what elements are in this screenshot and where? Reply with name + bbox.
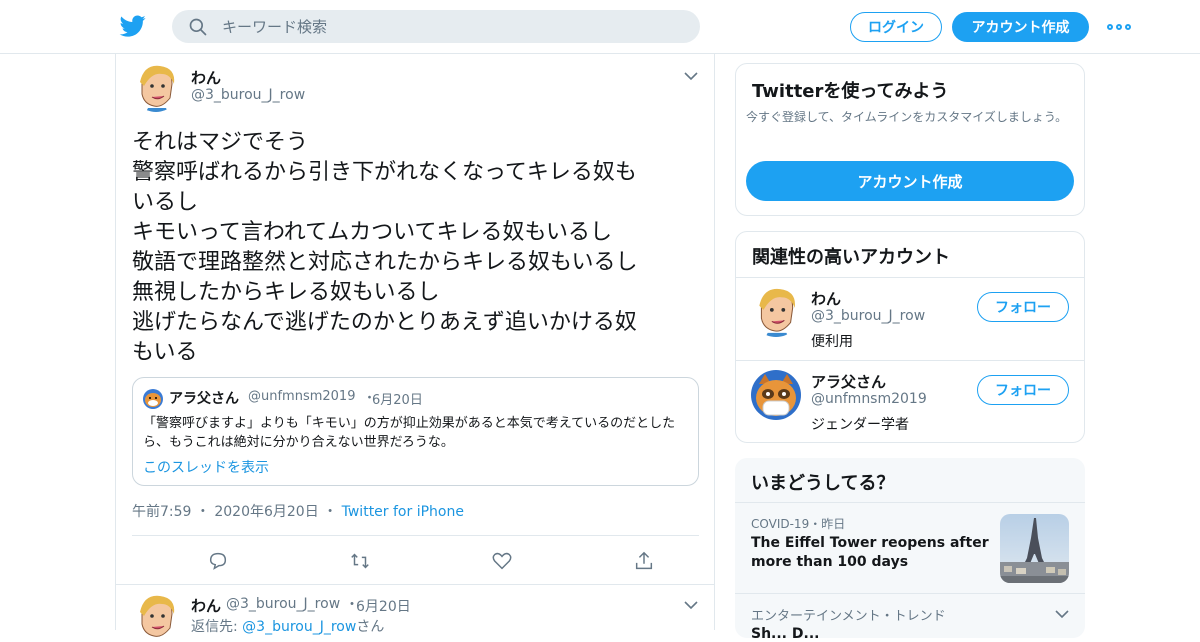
trend-category: COVID-19・昨日 xyxy=(751,517,846,531)
chevron-down-icon[interactable] xyxy=(684,71,698,81)
trend-item[interactable]: COVID-19・昨日 The Eiffel Tower reopens aft… xyxy=(735,503,1085,594)
account-bio: ジェンダー学者 xyxy=(811,417,909,433)
trends-title: いまどうしてる？ xyxy=(751,473,895,494)
reply-icon[interactable] xyxy=(207,550,229,572)
tweet-text-line: キモいって言われてムカついてキレる奴もいるし xyxy=(132,220,613,245)
avatar-face-icon xyxy=(132,594,180,642)
tweet-divider xyxy=(116,584,714,585)
related-accounts-title: 関連性の高いアカウント xyxy=(752,247,950,268)
trends-header: いまどうしてる？ xyxy=(735,458,1085,503)
tweet-actions xyxy=(132,535,699,585)
tweet-author-name[interactable]: わん xyxy=(191,67,221,88)
tweet-text-line: もいる xyxy=(132,340,198,365)
reply-to-prefix: 返信先: xyxy=(191,619,243,635)
create-account-button[interactable]: アカウント作成 xyxy=(746,161,1074,201)
more-dots-icon[interactable] xyxy=(1107,20,1131,34)
related-accounts-header: 関連性の高いアカウント xyxy=(736,232,1084,278)
retweet-icon[interactable] xyxy=(349,550,371,572)
chevron-down-icon[interactable] xyxy=(1055,609,1069,619)
timeline-column: わん @3_burou_J_row それはマジでそう 警察呼ばれるから引き下がれ… xyxy=(115,54,715,642)
account-handle[interactable]: @unfmnsm2019 xyxy=(811,391,927,407)
reply-to-suffix: さん xyxy=(356,619,385,635)
avatar[interactable] xyxy=(132,64,180,112)
account-item[interactable]: わん @3_burou_J_row 便利用 フォロー xyxy=(736,278,1084,361)
account-avatar[interactable] xyxy=(751,370,801,420)
tweet-source-link[interactable]: Twitter for iPhone xyxy=(342,504,464,520)
signup-button[interactable]: アカウント作成 xyxy=(952,12,1089,42)
reply-author-name[interactable]: わん xyxy=(191,595,221,616)
raccoon-avatar-icon xyxy=(751,370,801,420)
tweet-text-line: いるし xyxy=(132,190,199,215)
quote-text: 「警察呼びますよ」よりも「キモい」の方が抑止効果があると本気で考えているのだとし… xyxy=(143,416,676,450)
top-navigation-bar: ログイン アカウント作成 xyxy=(0,0,1200,54)
eiffel-tower-image xyxy=(1000,514,1069,583)
follow-button[interactable]: フォロー xyxy=(977,375,1069,405)
trend-thumbnail[interactable] xyxy=(1000,514,1069,583)
quote-date[interactable]: 6月20日 xyxy=(372,389,423,408)
account-item[interactable]: アラ父さん @unfmnsm2019 ジェンダー学者 フォロー xyxy=(736,361,1084,442)
tweet-metadata: 午前7:59 ・ 2020年6月20日 ・ Twitter for iPhone xyxy=(132,501,464,521)
trend-name[interactable]: Sh... D... xyxy=(751,626,819,638)
avatar-face-icon xyxy=(751,287,801,337)
quote-author-name[interactable]: アラ父さん xyxy=(169,388,239,408)
account-name[interactable]: アラ父さん xyxy=(811,371,886,392)
search-bar[interactable] xyxy=(172,10,700,43)
search-icon xyxy=(189,18,207,35)
trend-headline[interactable]: The Eiffel Tower reopens after more than… xyxy=(751,534,996,572)
avatar-face-icon xyxy=(132,64,180,112)
meta-separator: ・ xyxy=(323,504,338,520)
twitter-bird-icon[interactable] xyxy=(119,13,147,39)
quoted-tweet[interactable]: アラ父さん @unfmnsm2019 ・ 6月20日 「警察呼びますよ」よりも「… xyxy=(132,377,699,486)
show-thread-link[interactable]: このスレッドを表示 xyxy=(143,457,269,477)
account-handle[interactable]: @3_burou_J_row xyxy=(811,308,925,324)
trends-card: いまどうしてる？ COVID-19・昨日 The Eiffel Tower re… xyxy=(735,458,1085,638)
tweet-text: それはマジでそう 警察呼ばれるから引き下がれなくなってキレる奴も いるし キモい… xyxy=(132,128,692,368)
follow-button[interactable]: フォロー xyxy=(977,292,1069,322)
tweet-author-handle[interactable]: @3_burou_J_row xyxy=(191,87,305,103)
signup-card: Twitterを使ってみよう 今すぐ登録して、タイムラインをカスタマイズしましょ… xyxy=(735,63,1085,216)
reply-author-handle[interactable]: @3_burou_J_row xyxy=(226,596,340,612)
reply-to-line: 返信先: @3_burou_J_rowさん xyxy=(191,616,384,636)
quote-author-handle[interactable]: @unfmnsm2019 xyxy=(248,389,355,404)
meta-separator: ・ xyxy=(195,504,210,520)
account-avatar[interactable] xyxy=(751,287,801,337)
reply-mention-link[interactable]: @3_burou_J_row xyxy=(242,619,356,635)
trend-item[interactable]: エンターテインメント・トレンド Sh... D... xyxy=(735,594,1085,638)
search-input[interactable] xyxy=(222,17,662,36)
quote-avatar xyxy=(143,389,163,409)
like-icon[interactable] xyxy=(491,550,513,572)
tweet-time[interactable]: 午前7:59 xyxy=(132,504,191,520)
reply-avatar[interactable] xyxy=(132,594,180,642)
reply-date[interactable]: 6月20日 xyxy=(356,596,411,616)
tweet-text-line: 無視したからキレる奴もいるし xyxy=(132,280,440,305)
tweet-text-line: 警察呼ばれるから引き下がれなくなってキレる奴も xyxy=(132,160,637,185)
tweet-text-line: それはマジでそう xyxy=(132,130,309,155)
share-icon[interactable] xyxy=(633,550,655,572)
tweet-text-line: 敬語で理路整然と対応されたからキレる奴もいるし xyxy=(132,250,638,275)
account-bio: 便利用 xyxy=(811,334,853,350)
raccoon-avatar-icon xyxy=(143,389,163,409)
related-accounts-card: 関連性の高いアカウント わん @3_burou_J_row 便利用 フォロー ア… xyxy=(735,231,1085,443)
account-name[interactable]: わん xyxy=(811,288,841,309)
login-button[interactable]: ログイン xyxy=(850,12,942,42)
trend-category: エンターテインメント・トレンド xyxy=(751,609,946,624)
signup-card-title: Twitterを使ってみよう xyxy=(752,81,949,102)
chevron-down-icon[interactable] xyxy=(684,600,698,610)
tweet-date[interactable]: 2020年6月20日 xyxy=(214,504,318,520)
tweet-text-line: 逃げたらなんで逃げたのかとりあえず追いかける奴 xyxy=(132,310,637,335)
signup-card-description: 今すぐ登録して、タイムラインをカスタマイズしましょう。 xyxy=(746,110,1068,124)
